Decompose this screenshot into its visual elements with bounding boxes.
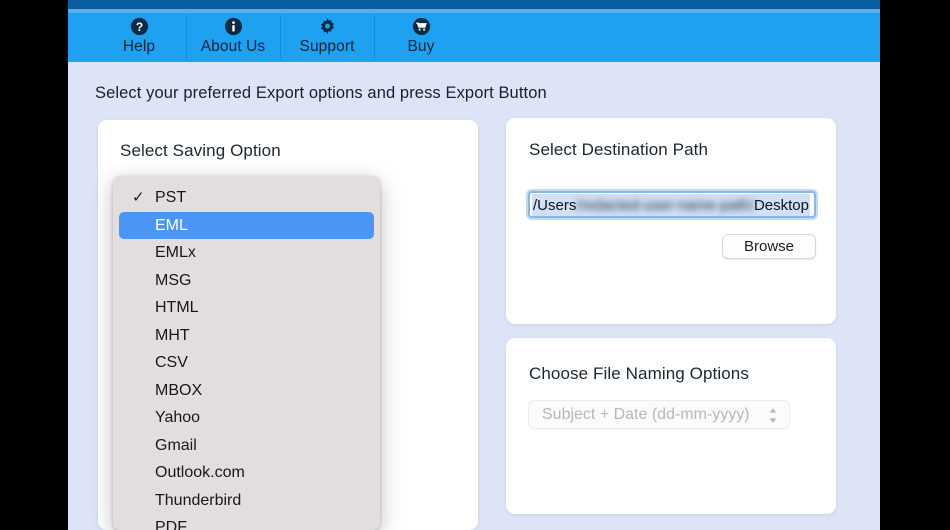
dropdown-option-label: MSG	[155, 271, 192, 289]
toolbar-item-about-us[interactable]: About Us	[186, 13, 280, 62]
shopping-cart-circle-icon	[412, 17, 431, 36]
dropdown-option-label: MHT	[155, 326, 190, 344]
toolbar-item-label: Help	[122, 38, 156, 55]
dropdown-option-gmail[interactable]: Gmail	[113, 432, 380, 460]
dropdown-option-label: PST	[155, 189, 187, 206]
checkmark-icon: ✓	[132, 189, 145, 206]
up-down-chevron-icon	[767, 405, 778, 426]
file-naming-selected-value: Subject + Date (dd-mm-yyyy)	[542, 406, 750, 423]
application-window: ? Help About Us Support Buy Select your …	[68, 0, 880, 530]
dropdown-option-pst[interactable]: ✓ PST	[113, 184, 380, 212]
saving-option-dropdown-popup[interactable]: ✓ PST EML EMLx MSG HTML MHT CSV MBOX Yah…	[113, 176, 380, 530]
dropdown-option-label: PDF	[155, 519, 187, 530]
dropdown-option-mbox[interactable]: MBOX	[113, 377, 380, 405]
toolbar-item-buy[interactable]: Buy	[374, 13, 468, 62]
path-suffix: Desktop	[753, 197, 809, 214]
toolbar-item-label: About Us	[200, 38, 266, 55]
dropdown-option-thunderbird[interactable]: Thunderbird	[113, 487, 380, 515]
path-redacted-segment: /redacted-user-name-path/	[576, 197, 754, 214]
dropdown-option-yahoo[interactable]: Yahoo	[113, 404, 380, 432]
path-prefix: /Users	[533, 197, 577, 214]
dropdown-option-emlx[interactable]: EMLx	[113, 239, 380, 267]
svg-text:?: ?	[135, 20, 142, 34]
toolbar-item-label: Buy	[407, 38, 435, 55]
dropdown-option-label: Gmail	[155, 436, 197, 454]
gear-icon	[318, 17, 337, 36]
file-naming-card: Choose File Naming Options Subject + Dat…	[506, 338, 836, 514]
browse-button[interactable]: Browse	[722, 234, 816, 259]
destination-path-title: Select Destination Path	[529, 140, 709, 159]
question-mark-circle-icon: ?	[130, 17, 149, 36]
window-titlebar	[68, 0, 880, 9]
page-instruction: Select your preferred Export options and…	[95, 84, 547, 102]
dropdown-option-label: Thunderbird	[155, 491, 242, 509]
toolbar: ? Help About Us Support Buy	[68, 13, 880, 62]
dropdown-option-outlook-com[interactable]: Outlook.com	[113, 459, 380, 487]
dropdown-option-pdf[interactable]: PDF	[113, 514, 380, 530]
destination-path-card: Select Destination Path /Users/redacted-…	[506, 118, 836, 324]
dropdown-option-csv[interactable]: CSV	[113, 349, 380, 377]
toolbar-item-support[interactable]: Support	[280, 13, 374, 62]
dropdown-option-label: Outlook.com	[155, 464, 245, 481]
dropdown-option-label: Yahoo	[155, 409, 201, 426]
dropdown-option-label: HTML	[155, 299, 199, 316]
info-circle-icon	[224, 17, 243, 36]
dropdown-option-mht[interactable]: MHT	[113, 322, 380, 350]
dropdown-option-eml[interactable]: EML	[119, 211, 374, 239]
toolbar-item-label: Support	[299, 38, 355, 55]
dropdown-option-label: EML	[155, 216, 188, 234]
saving-option-title: Select Saving Option	[120, 141, 281, 160]
toolbar-item-help[interactable]: ? Help	[92, 13, 186, 62]
dropdown-option-html[interactable]: HTML	[113, 294, 380, 322]
dropdown-option-label: EMLx	[155, 244, 196, 261]
file-naming-select[interactable]: Subject + Date (dd-mm-yyyy)	[528, 400, 790, 429]
dropdown-option-label: MBOX	[155, 381, 203, 399]
destination-path-input[interactable]: /Users/redacted-user-name-path/Desktop	[528, 191, 816, 218]
screenshot-root: ? Help About Us Support Buy Select your …	[0, 0, 950, 530]
dropdown-option-label: CSV	[155, 354, 188, 371]
file-naming-title: Choose File Naming Options	[529, 364, 749, 383]
dropdown-option-msg[interactable]: MSG	[113, 267, 380, 295]
destination-path-value: /Users/redacted-user-name-path/Desktop	[532, 194, 810, 216]
